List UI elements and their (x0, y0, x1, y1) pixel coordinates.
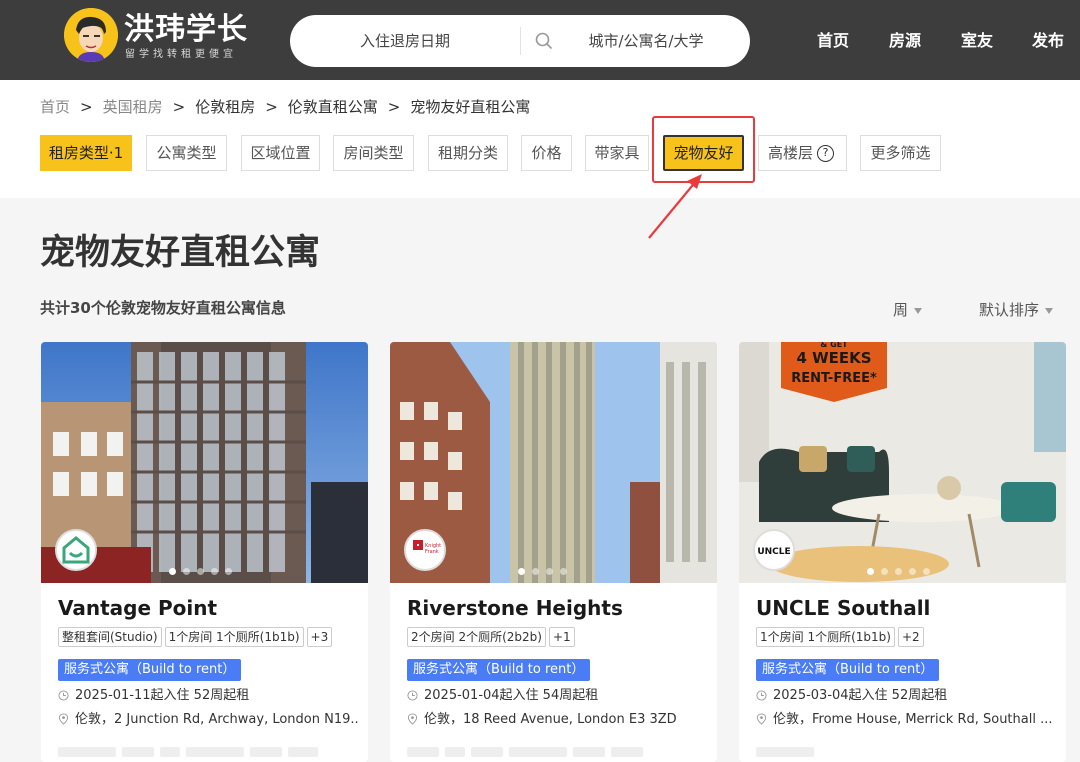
listing-photo[interactable] (41, 342, 368, 583)
breadcrumb-london-rent[interactable]: 伦敦租房 (195, 98, 255, 116)
apartment-type-badge: 服务式公寓（Build to rent） (756, 659, 940, 681)
search-bar[interactable]: 入住退房日期 城市/公寓名/大学 (290, 15, 750, 67)
nav-publish[interactable]: 发布 (1032, 30, 1064, 52)
room-tag-more[interactable]: +3 (306, 627, 333, 647)
breadcrumb-current: 宠物友好直租公寓 (410, 98, 531, 116)
apartment-type-badge: 服务式公寓（Build to rent） (58, 659, 242, 681)
listing-card[interactable]: Knight Frank Riverstone Heights 2个房间 2个厕所… (390, 342, 717, 762)
movein-text: 2025-03-04起入住 52周起租 (773, 688, 948, 703)
svg-text:Frank: Frank (425, 549, 439, 555)
search-icon[interactable] (534, 31, 554, 51)
room-tag: 2个房间 2个厕所(2b2b) (407, 627, 546, 647)
room-tag: 1个房间 1个厕所(1b1b) (756, 627, 895, 647)
price-period-label: 周 (893, 301, 909, 319)
svg-text:& GET: & GET (820, 342, 848, 349)
breadcrumb-separator: > (80, 98, 93, 116)
clock-icon (58, 690, 69, 701)
clock-icon (756, 690, 767, 701)
listing-card[interactable]: 4 WEEKS RENT-FREE* & GET UNCLE UNCLE Sou… (739, 342, 1066, 762)
filter-high-floor-label: 高楼层 (768, 144, 814, 162)
room-tags: 1个房间 1个厕所(1b1b) +2 (756, 626, 927, 647)
filter-more[interactable]: 更多筛选 (860, 135, 941, 171)
listing-name[interactable]: Riverstone Heights (407, 594, 623, 622)
listing-name[interactable]: UNCLE Southall (756, 594, 930, 622)
room-tag: 整租套间(Studio) (58, 627, 162, 647)
room-tags: 2个房间 2个厕所(2b2b) +1 (407, 626, 578, 647)
date-range-input[interactable]: 入住退房日期 (290, 15, 520, 67)
filter-furnished[interactable]: 带家具 (585, 135, 649, 171)
nav-home[interactable]: 首页 (817, 30, 849, 52)
page-title: 宠物友好直租公寓 (40, 233, 321, 273)
result-count: 共计30个伦敦宠物友好直租公寓信息 (40, 299, 286, 317)
movein-info: 2025-01-04起入住 54周起租 (407, 687, 707, 705)
brand-tagline: 留学找转租更便宜 (125, 49, 237, 60)
address-info: 伦敦，18 Reed Avenue, London E3 3ZD (407, 711, 707, 729)
svg-text:4 WEEKS: 4 WEEKS (796, 349, 871, 367)
movein-info: 2025-01-11起入住 52周起租 (58, 687, 358, 705)
brand-avatar-logo[interactable] (64, 8, 118, 62)
carousel-dots[interactable] (518, 560, 574, 575)
breadcrumb-london-direct[interactable]: 伦敦直租公寓 (288, 98, 378, 116)
breadcrumb-separator: > (172, 98, 186, 116)
room-tags: 整租套间(Studio) 1个房间 1个厕所(1b1b) +3 (58, 626, 335, 647)
listing-name[interactable]: Vantage Point (58, 594, 217, 622)
price-period-select[interactable]: 周 (893, 299, 923, 321)
filter-high-floor[interactable]: 高楼层? (758, 135, 847, 171)
address-info: 伦敦，2 Junction Rd, Archway, London N19... (58, 711, 358, 729)
filter-price[interactable]: 价格 (521, 135, 572, 171)
filter-apartment-type[interactable]: 公寓类型 (146, 135, 227, 171)
search-divider (520, 27, 521, 55)
listing-photo[interactable]: 4 WEEKS RENT-FREE* & GET UNCLE (739, 342, 1066, 583)
filter-room-type[interactable]: 房间类型 (333, 135, 414, 171)
brand-badge-logo (55, 529, 97, 571)
facility-chips (58, 742, 324, 761)
movein-text: 2025-01-04起入住 54周起租 (424, 688, 599, 703)
sort-order-select[interactable]: 默认排序 (979, 299, 1054, 321)
clock-icon (407, 690, 418, 701)
carousel-dots[interactable] (867, 560, 937, 575)
breadcrumb-separator: > (387, 98, 401, 116)
address-text: 伦敦，2 Junction Rd, Archway, London N19... (75, 712, 358, 727)
listing-photo[interactable]: Knight Frank (390, 342, 717, 583)
help-icon[interactable]: ? (817, 145, 835, 162)
brand-badge-logo: Knight Frank (404, 529, 446, 571)
address-text: 伦敦，Frome House, Merrick Rd, Southall ... (773, 712, 1053, 727)
facility-chips (756, 742, 820, 761)
svg-text:UNCLE: UNCLE (757, 547, 790, 557)
breadcrumb: 首页 > 英国租房 > 伦敦租房 > 伦敦直租公寓 > 宠物友好直租公寓 (40, 96, 540, 118)
chevron-down-icon (914, 307, 923, 314)
chevron-down-icon (1045, 307, 1054, 314)
room-tag-more[interactable]: +1 (548, 627, 575, 647)
city-search-input[interactable]: 城市/公寓名/大学 (562, 15, 730, 67)
filter-lease-term[interactable]: 租期分类 (428, 135, 508, 171)
room-tag: 1个房间 1个厕所(1b1b) (164, 627, 304, 647)
nav-roommates[interactable]: 室友 (961, 30, 993, 52)
location-pin-icon (58, 713, 69, 725)
room-tag-more[interactable]: +2 (897, 627, 924, 647)
carousel-dots[interactable] (169, 560, 239, 575)
sort-order-label: 默认排序 (979, 301, 1040, 319)
breadcrumb-home[interactable]: 首页 (40, 98, 70, 116)
movein-text: 2025-01-11起入住 52周起租 (75, 688, 250, 703)
address-text: 伦敦，18 Reed Avenue, London E3 3ZD (424, 712, 677, 727)
movein-info: 2025-03-04起入住 52周起租 (756, 687, 1056, 705)
brand-badge-logo: UNCLE (753, 529, 795, 571)
address-info: 伦敦，Frome House, Merrick Rd, Southall ... (756, 711, 1056, 729)
nav-listings[interactable]: 房源 (889, 30, 921, 52)
location-pin-icon (407, 713, 418, 725)
svg-text:RENT-FREE*: RENT-FREE* (791, 371, 877, 386)
listing-card[interactable]: Vantage Point 整租套间(Studio) 1个房间 1个厕所(1b1b… (41, 342, 368, 762)
annotation-arrow-icon (648, 174, 702, 239)
filter-rent-type[interactable]: 租房类型·1 (40, 135, 132, 171)
filter-area[interactable]: 区域位置 (241, 135, 320, 171)
apartment-type-badge: 服务式公寓（Build to rent） (407, 659, 591, 681)
brand-name[interactable]: 洪玮学长 (124, 12, 248, 48)
breadcrumb-separator: > (265, 98, 278, 116)
location-pin-icon (756, 713, 767, 725)
breadcrumb-uk-rent[interactable]: 英国租房 (103, 98, 163, 116)
top-header: 洪玮学长 留学找转租更便宜 入住退房日期 城市/公寓名/大学 首页 房源 室友 … (0, 0, 1080, 80)
facility-chips (407, 742, 649, 761)
